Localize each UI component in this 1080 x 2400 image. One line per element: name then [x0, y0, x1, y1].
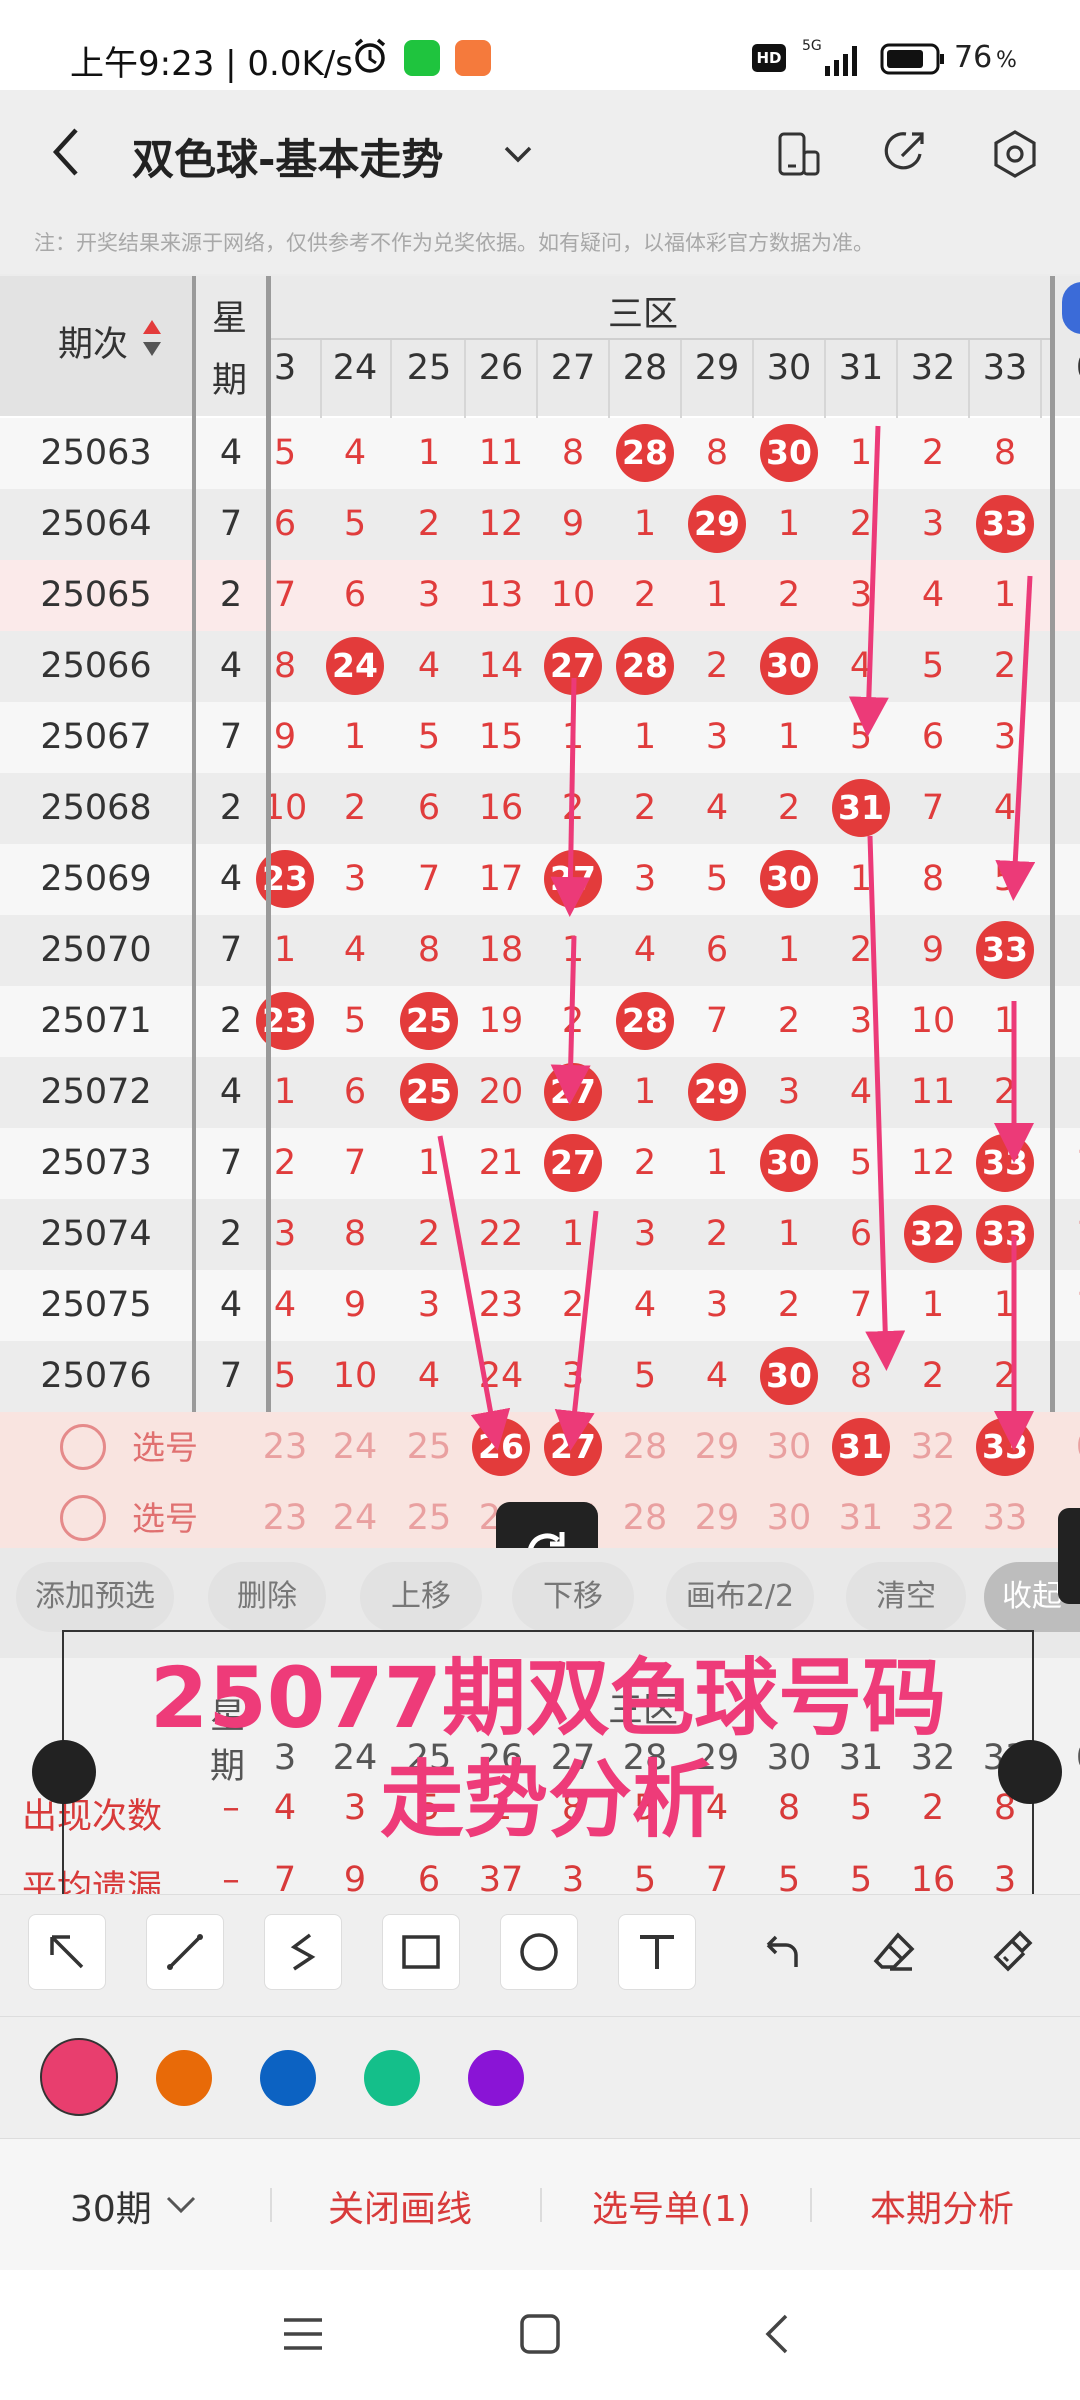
tool-select[interactable] — [28, 1914, 106, 1990]
battery-icon — [880, 43, 944, 75]
pick-list-button[interactable]: 选号单(1) — [592, 2180, 751, 2232]
system-nav-bar — [0, 2270, 1080, 2400]
tool-rectangle[interactable] — [382, 1914, 460, 1990]
eraser-icon — [873, 1932, 915, 1971]
resize-handle-left[interactable] — [32, 1740, 96, 1804]
close-drawing-button[interactable]: 关闭画线 — [328, 2180, 472, 2232]
current-analysis-button[interactable]: 本期分析 — [870, 2180, 1014, 2232]
color-swatch-orange[interactable] — [156, 2050, 212, 2106]
disclaimer-notice: 注：开奖结果来源于网络，仅供参考不作为兑奖依据。如有疑问，以福体彩官方数据为准。 — [0, 212, 1080, 274]
clear-button[interactable]: 清空 — [846, 1562, 966, 1632]
tool-text[interactable] — [618, 1914, 696, 1990]
page-title[interactable]: 双色球-基本走势 — [132, 126, 443, 187]
alarm-icon — [354, 38, 386, 73]
freehand-icon — [290, 1933, 316, 1971]
color-swatch-green[interactable] — [364, 2050, 420, 2106]
tool-undo[interactable] — [740, 1914, 818, 1990]
settings-icon[interactable] — [990, 128, 1040, 180]
signal-icon — [825, 46, 857, 76]
chevron-down-icon[interactable] — [500, 140, 536, 170]
text-icon — [640, 1935, 674, 1969]
rectangle-icon — [402, 1935, 440, 1969]
move-down-button[interactable]: 下移 — [512, 1562, 634, 1632]
resize-handle-right[interactable] — [998, 1740, 1062, 1804]
arrow-pointer-icon — [50, 1935, 84, 1969]
separator — [540, 2188, 542, 2222]
back-icon[interactable] — [46, 124, 86, 180]
line-icon — [167, 1934, 203, 1970]
chevron-down-icon[interactable] — [164, 2190, 198, 2220]
tool-eraser[interactable] — [856, 1914, 934, 1990]
tool-clear-all[interactable] — [974, 1914, 1052, 1990]
delete-button[interactable]: 删除 — [208, 1562, 326, 1632]
undo-icon — [766, 1935, 798, 1967]
overlay-line2: 走势分析 — [379, 1751, 716, 1849]
color-swatch-purple[interactable] — [468, 2050, 524, 2106]
share-icon[interactable] — [880, 128, 930, 178]
separator — [810, 2188, 812, 2222]
side-handle[interactable] — [1058, 1508, 1080, 1604]
home-icon[interactable] — [518, 2312, 562, 2356]
tool-freehand[interactable] — [264, 1914, 342, 1990]
battery-unit: % — [996, 48, 1017, 73]
app-notification-icon — [455, 40, 491, 76]
overlay-line1: 25077期双色球号码 — [149, 1649, 947, 1747]
status-bar: 上午9:23 | 0.0K/s HD 5G 76 % — [0, 0, 1080, 90]
separator — [270, 2188, 272, 2222]
circle-icon — [520, 1933, 558, 1971]
move-up-button[interactable]: 上移 — [360, 1562, 482, 1632]
battery-level: 76 — [954, 40, 993, 75]
canvas-page-button[interactable]: 画布2/2 — [666, 1562, 814, 1632]
device-layout-icon[interactable] — [776, 130, 822, 180]
trend-grid[interactable]: 期次 星 期 三区 3242526272829303132330 2506345… — [0, 276, 1080, 1548]
tool-line[interactable] — [146, 1914, 224, 1990]
status-time: 上午9:23 | 0.0K/s — [70, 44, 353, 84]
menu-icon[interactable] — [280, 2314, 326, 2354]
broom-icon — [993, 1930, 1033, 1972]
period-selector[interactable]: 30期 — [70, 2180, 152, 2232]
color-swatch-pink[interactable] — [40, 2038, 118, 2116]
drawn-trend-arrows — [437, 425, 1036, 1451]
color-swatch-blue[interactable] — [260, 2050, 316, 2106]
app-bar: 双色球-基本走势 — [0, 90, 1080, 212]
hd-icon: HD — [752, 44, 786, 72]
back-nav-icon[interactable] — [760, 2312, 796, 2356]
add-preselect-button[interactable]: 添加预选 — [16, 1562, 174, 1632]
tool-circle[interactable] — [500, 1914, 578, 1990]
wechat-icon — [404, 40, 440, 76]
